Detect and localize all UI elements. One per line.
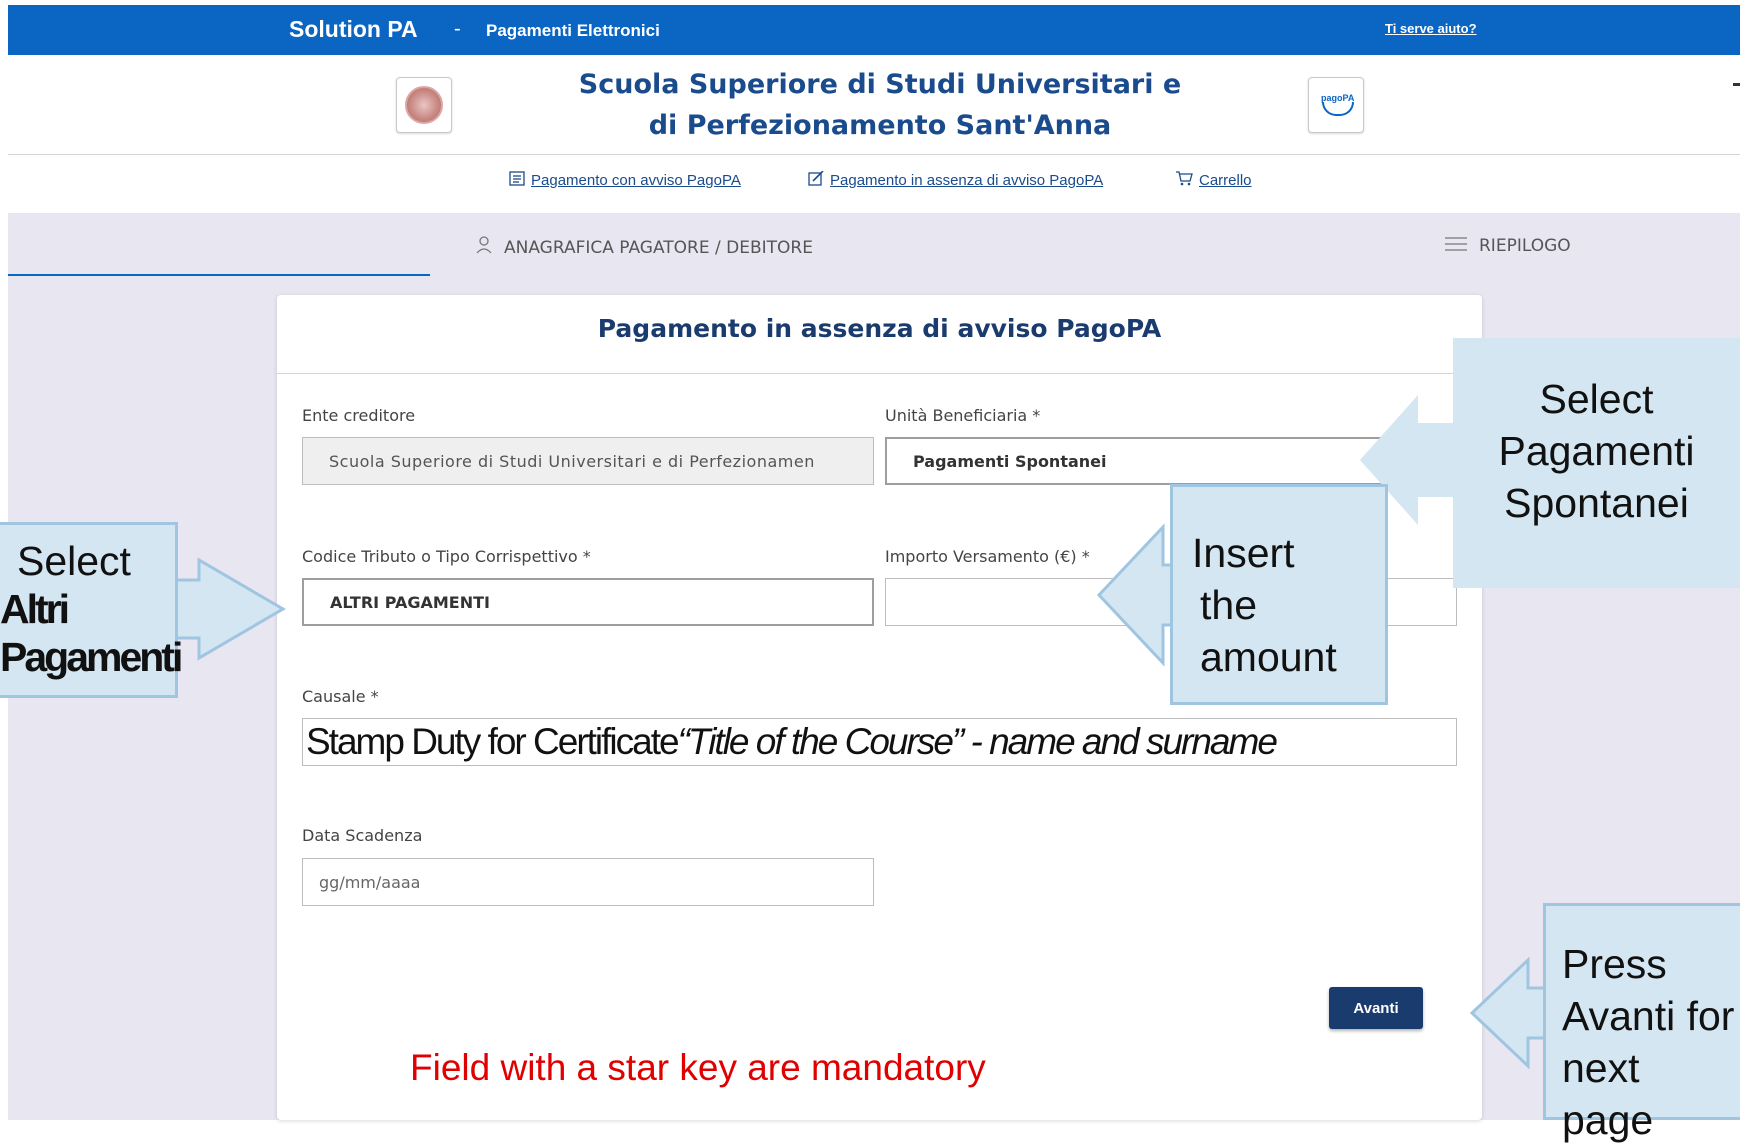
step-riepilogo[interactable]: RIEPILOGO (1445, 236, 1571, 256)
nav-link-carrello[interactable]: Carrello (1175, 171, 1252, 190)
institution-name: Scuola Superiore di Studi Universitari e… (560, 64, 1200, 146)
nav-link-pagamento-con-avviso[interactable]: Pagamento con avviso PagoPA (509, 171, 741, 190)
nav-link-pagamento-senza-avviso[interactable]: Pagamento in assenza di avviso PagoPA (808, 170, 1104, 190)
institution-logo (396, 77, 452, 133)
callout-unita-text: Select Pagamenti Spontanei (1498, 376, 1695, 526)
ente-label: Ente creditore (302, 406, 416, 425)
pagopa-icon: pagoPA (1318, 91, 1354, 119)
ente-field: Scuola Superiore di Studi Universitari e… (302, 437, 874, 485)
cart-icon (1175, 171, 1193, 190)
importo-label: Importo Versamento (€) * (885, 547, 1090, 566)
nav-link-label: Carrello (1199, 172, 1252, 189)
step-anagrafica[interactable]: ANAGRAFICA PAGATORE / DEBITORE (476, 236, 813, 259)
header-divider (8, 154, 1740, 155)
help-link[interactable]: Ti serve aiuto? (1385, 21, 1477, 36)
mandatory-note: Field with a star key are mandatory (410, 1047, 986, 1088)
causale-value-italic: “Title of the Course” - name and surname (677, 721, 1278, 762)
top-bar (8, 5, 1740, 55)
form-title-divider (277, 373, 1482, 374)
brand-name: Solution PA (289, 16, 418, 42)
callout-importo-arrow (1096, 523, 1177, 667)
callout-codice-arrow (173, 557, 286, 661)
scadenza-label: Data Scadenza (302, 826, 423, 845)
brand-subtitle: Pagamenti Elettronici (486, 21, 660, 40)
brand-separator: - (454, 18, 461, 40)
seal-icon (405, 86, 443, 124)
payment-form-card (277, 295, 1482, 1120)
active-step-indicator (8, 274, 430, 276)
form-title: Pagamento in assenza di avviso PagoPA (597, 314, 1162, 343)
institution-name-line2: di Perfezionamento Sant'Anna (648, 110, 1112, 141)
causale-label: Causale * (302, 687, 379, 706)
edit-icon (808, 170, 824, 190)
user-icon (476, 236, 492, 259)
codice-select[interactable]: ALTRI PAGAMENTI (302, 578, 874, 626)
pagopa-logo: pagoPA (1308, 77, 1364, 133)
institution-name-line1: Scuola Superiore di Studi Universitari e (578, 69, 1182, 100)
step-label: ANAGRAFICA PAGATORE / DEBITORE (504, 237, 813, 258)
callout-avanti-text: Press Avanti for next page (1562, 941, 1735, 1143)
nav-link-label: Pagamento in assenza di avviso PagoPA (830, 172, 1104, 189)
document-list-icon (509, 171, 525, 190)
codice-label: Codice Tributo o Tipo Corrispettivo * (302, 547, 591, 566)
causale-value: Stamp Duty for Certificate (306, 721, 680, 762)
step-label: RIEPILOGO (1479, 236, 1571, 256)
causale-input[interactable]: Stamp Duty for Certificate “Title of the… (302, 718, 1457, 766)
callout-codice-text: Select Altri Pagamenti (0, 538, 183, 680)
scadenza-input[interactable]: gg/mm/aaaa (302, 858, 874, 906)
callout-importo-text: Insert the amount (1192, 530, 1337, 680)
nav-link-label: Pagamento con avviso PagoPA (531, 172, 741, 189)
unita-label: Unità Beneficiaria * (885, 406, 1041, 425)
avanti-button[interactable]: Avanti (1329, 987, 1423, 1029)
list-icon (1445, 236, 1467, 256)
callout-avanti-arrow (1469, 956, 1550, 1070)
corner-mark (1733, 83, 1740, 86)
